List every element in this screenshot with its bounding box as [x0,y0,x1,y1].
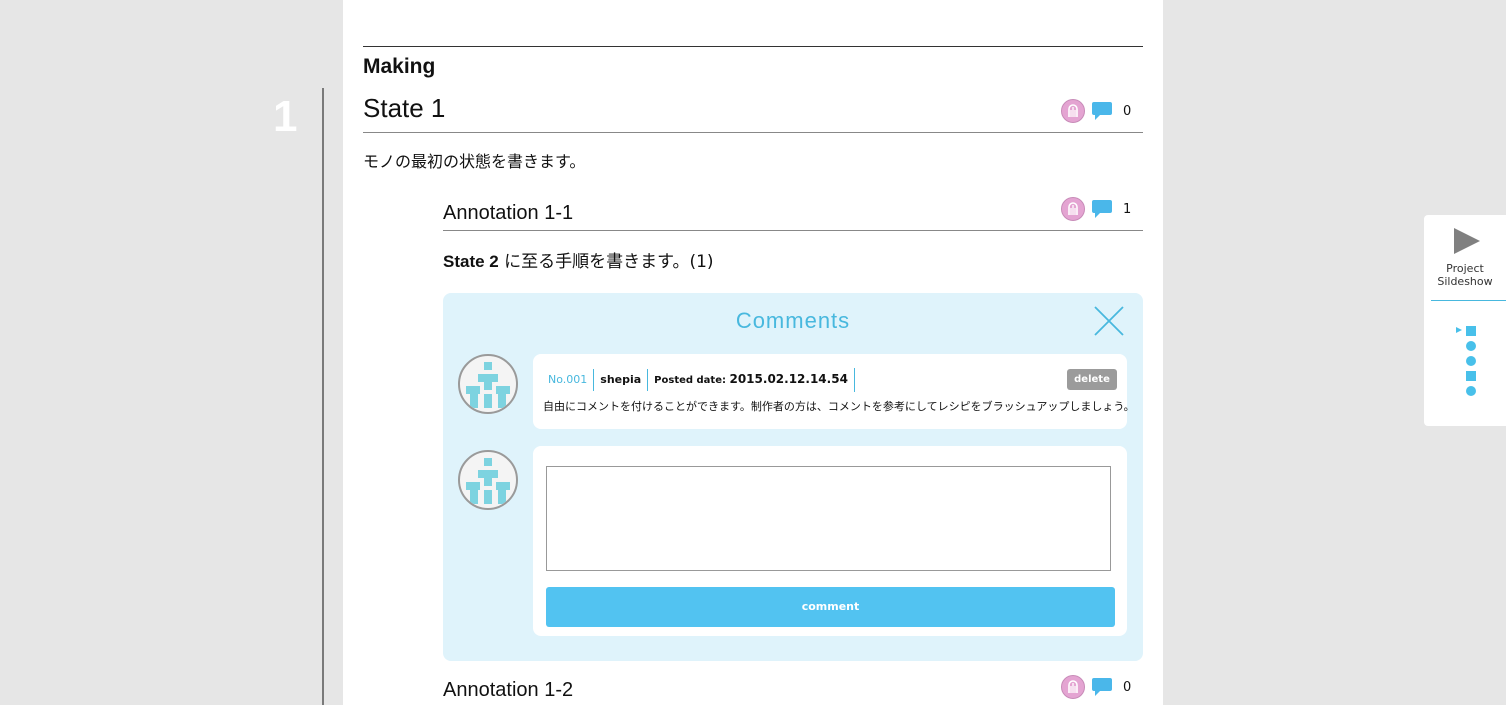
comment-count: 0 [1123,103,1132,119]
comment-date-value: 2015.02.12.14.54 [729,372,848,386]
comments-title: Comments [735,308,851,333]
annotation-divider [443,230,1143,231]
state-reference: State 2 [443,252,499,271]
slideshow-panel: Project Sildeshow [1424,215,1506,426]
comment-bubble-icon[interactable] [1091,199,1113,219]
comment-card: No.001 shepia Posted date: 2015.02.12.14… [533,354,1135,429]
comment-author[interactable]: shepia [594,369,649,391]
delete-button[interactable]: delete [1067,369,1117,390]
section-divider [363,46,1143,47]
like-icon[interactable] [1061,675,1085,699]
annotation-description: State 2 に至る手順を書きます。(1) [443,247,714,272]
slideshow-divider [1431,300,1506,301]
avatar [458,450,518,510]
nav-state-item[interactable] [1466,326,1476,336]
nav-annotation-item[interactable] [1466,386,1476,396]
comment-date: Posted date: 2015.02.12.14.54 [648,368,855,392]
nav-annotation-item[interactable] [1466,356,1476,366]
comment-count: 1 [1123,201,1132,217]
state-title: State 1 [363,93,446,123]
annotation-description-text: に至る手順を書きます。(1) [498,252,714,272]
comment-date-label: Posted date: [654,375,726,386]
step-number: 1 [273,92,298,141]
annotation-title: Annotation 1-2 [443,679,574,701]
close-icon[interactable] [1093,305,1125,337]
avatar-icon [466,458,510,504]
slideshow-label[interactable]: Project Sildeshow [1424,262,1506,288]
nav-state-item[interactable] [1466,371,1476,381]
comment-form: comment [533,446,1127,636]
comment-bubble-icon[interactable] [1091,101,1113,121]
comments-panel: Comments No.001 shepia Posted date: 2015… [443,293,1143,661]
nav-annotation-item[interactable] [1466,341,1476,351]
like-icon[interactable] [1061,99,1085,123]
like-icon[interactable] [1061,197,1085,221]
annotation-meta: 0 [1061,675,1131,699]
section-title: Making [363,55,436,78]
state-meta: 0 [1061,99,1131,123]
step-timeline-line [322,88,324,705]
avatar-icon [466,362,510,408]
slideshow-label-line1: Project [1446,262,1484,275]
annotation-meta: 1 [1061,197,1131,221]
comment-count: 0 [1123,679,1132,695]
comment-submit-button[interactable]: comment [546,587,1115,627]
comment-bubble-icon[interactable] [1091,677,1113,697]
play-icon[interactable] [1454,228,1480,254]
main-content: Making State 1 0 モノの最初の状態を書きます。 Annotati… [343,0,1163,705]
comment-input[interactable] [546,466,1111,571]
avatar [458,354,518,414]
comment-text: 自由にコメントを付けることができます。制作者の方は、コメントを参考にしてレシピを… [543,400,1135,413]
state-divider [363,132,1143,133]
annotation-title: Annotation 1-1 [443,202,574,224]
current-position-indicator [1456,327,1462,333]
state-description: モノの最初の状態を書きます。 [363,152,586,171]
comment-number: No.001 [533,369,595,391]
slideshow-label-line2: Sildeshow [1437,275,1493,288]
comment-header: No.001 shepia Posted date: 2015.02.12.14… [533,368,855,392]
